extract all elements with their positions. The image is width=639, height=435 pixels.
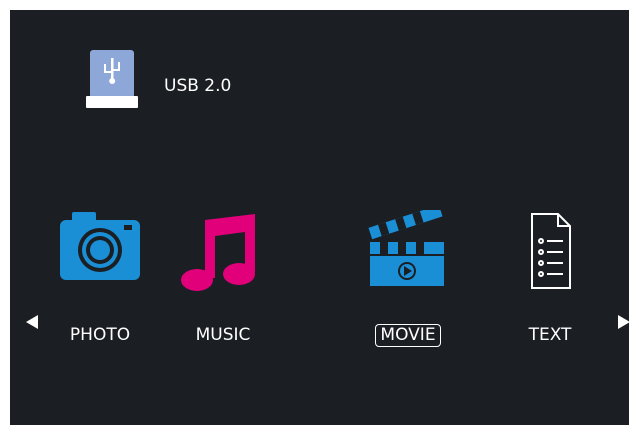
clapperboard-icon	[368, 210, 444, 286]
device-label: USB 2.0	[164, 76, 232, 96]
arrow-right-icon[interactable]	[618, 315, 630, 329]
music-note-icon	[181, 214, 255, 291]
menu-item-label: MOVIE	[375, 324, 441, 347]
camera-icon	[60, 212, 140, 280]
menu-item-label: MUSIC	[195, 325, 251, 345]
menu-item-label: TEXT	[528, 325, 572, 345]
usb-drive-icon	[86, 50, 138, 108]
menu-item-label: PHOTO	[69, 325, 131, 345]
usb-device[interactable]: USB 2.0	[84, 48, 231, 110]
document-icon	[531, 213, 571, 289]
media-player-screen: USB 2.0 PHOTO MUSIC MOVIE TEXT	[10, 10, 630, 425]
arrow-left-icon[interactable]	[26, 315, 38, 329]
